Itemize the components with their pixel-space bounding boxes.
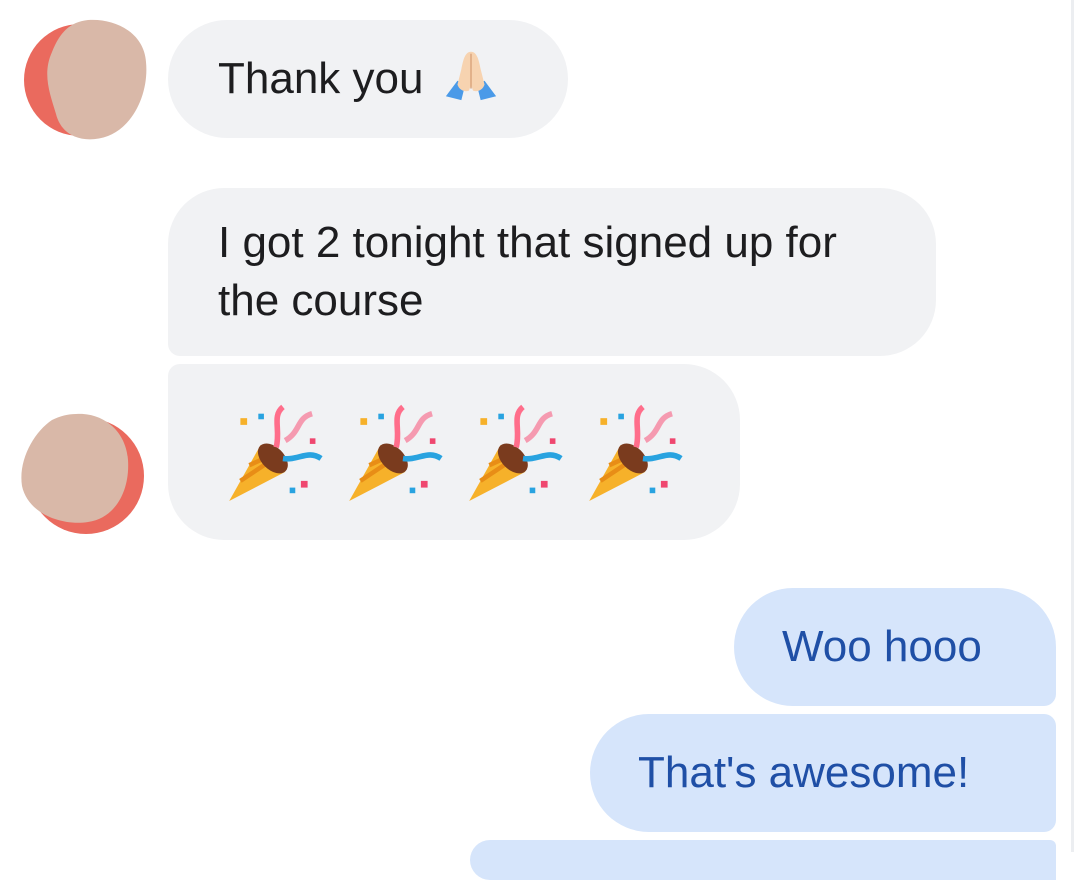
party-popper-icon: [469, 404, 563, 502]
message-bubble[interactable]: That's awesome!: [590, 714, 1056, 832]
contact-avatar[interactable]: [22, 14, 152, 144]
message-bubble[interactable]: Thank you: [168, 20, 568, 138]
party-popper-icon: [349, 404, 443, 502]
message-text: Thank you: [218, 54, 424, 103]
party-popper-icon: [589, 404, 683, 502]
message-bubble[interactable]: [168, 364, 740, 540]
message-bubble[interactable]: Woo hooo: [734, 588, 1056, 706]
message-text: I got 2 tonight that signed up for the c…: [218, 218, 837, 325]
message-bubble[interactable]: [470, 840, 1056, 880]
scrollbar[interactable]: [1071, 0, 1074, 852]
message-text: Woo hooo: [782, 622, 982, 671]
party-popper-icon: [229, 404, 323, 502]
message-bubble[interactable]: I got 2 tonight that signed up for the c…: [168, 188, 936, 356]
message-text: That's awesome!: [638, 748, 970, 797]
folded-hands-icon: [445, 52, 496, 101]
contact-avatar[interactable]: [18, 410, 148, 540]
